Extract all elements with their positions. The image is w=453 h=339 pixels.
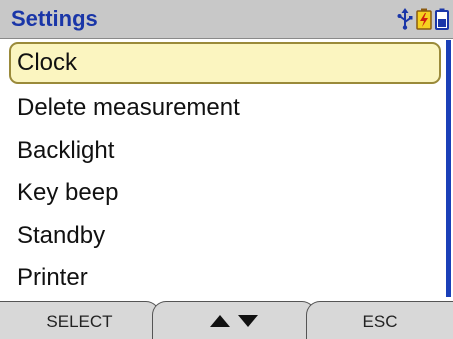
menu-item-backlight[interactable]: Backlight <box>9 130 441 172</box>
settings-menu-list: Clock Delete measurement Backlight Key b… <box>0 40 444 297</box>
esc-softkey[interactable]: ESC <box>306 301 453 339</box>
menu-item-clock[interactable]: Clock <box>9 42 441 84</box>
menu-item-key-beep[interactable]: Key beep <box>9 172 441 214</box>
title-bar: Settings <box>0 0 453 39</box>
usb-connection-icon <box>397 8 413 30</box>
arrow-down-icon <box>238 315 258 327</box>
navigate-softkey[interactable] <box>152 301 316 339</box>
menu-item-label: Delete measurement <box>17 94 240 121</box>
device-screen: Settings Clock Delete measurement Backli… <box>0 0 453 339</box>
battery-level-icon <box>435 8 449 30</box>
menu-item-label: Standby <box>17 222 106 249</box>
esc-softkey-label: ESC <box>362 312 398 331</box>
page-title: Settings <box>11 6 98 31</box>
navigate-arrows <box>209 302 259 339</box>
menu-item-label: Backlight <box>17 137 115 164</box>
status-icons <box>397 6 449 32</box>
arrow-up-icon <box>210 315 230 327</box>
menu-item-label: Printer <box>17 264 88 291</box>
select-softkey-label: SELECT <box>46 312 113 331</box>
softkey-bar: SELECT ESC <box>0 301 453 339</box>
menu-item-printer[interactable]: Printer <box>9 257 441 299</box>
battery-charging-icon <box>416 8 432 30</box>
menu-item-delete-measurement[interactable]: Delete measurement <box>9 87 441 129</box>
select-softkey[interactable]: SELECT <box>0 301 160 339</box>
scrollbar-thumb[interactable] <box>446 40 451 297</box>
scrollbar[interactable] <box>444 40 453 297</box>
menu-item-standby[interactable]: Standby <box>9 215 441 257</box>
menu-item-label: Key beep <box>17 179 119 206</box>
menu-item-label: Clock <box>17 49 78 76</box>
